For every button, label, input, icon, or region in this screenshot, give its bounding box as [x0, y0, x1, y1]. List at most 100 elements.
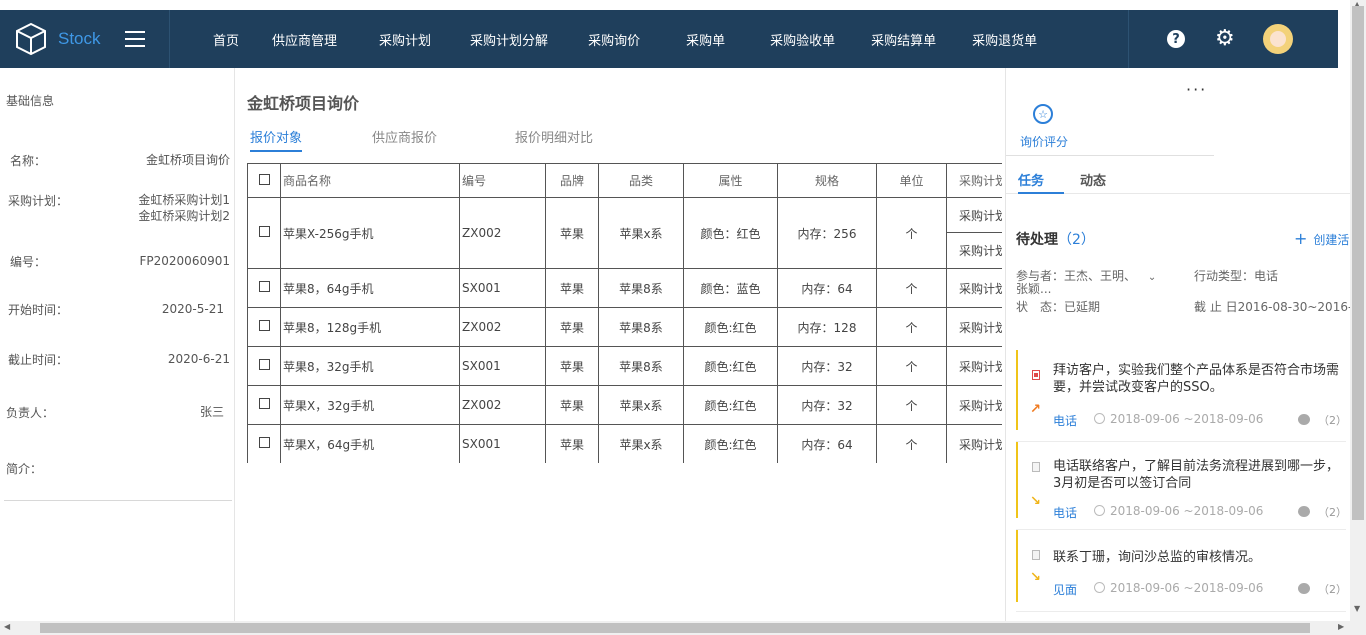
task-accent	[1016, 350, 1018, 430]
nav-item-receipt[interactable]: 采购验收单	[770, 30, 835, 49]
row-select-cell	[247, 385, 281, 425]
cell-plan: 采购计划1	[946, 307, 1002, 347]
task-comments[interactable]: （2）	[1298, 412, 1347, 428]
help-icon[interactable]: ?	[1167, 30, 1185, 48]
nav-item-return[interactable]: 采购退货单	[972, 30, 1037, 49]
logo[interactable]: Stock	[0, 10, 170, 68]
more-options-icon[interactable]: ···	[1186, 80, 1207, 99]
cell-attr: 颜色：红色	[683, 197, 778, 269]
row-checkbox[interactable]	[258, 320, 270, 331]
row-select-cell	[247, 307, 281, 347]
cell-code: ZX002	[459, 385, 546, 425]
table-row[interactable]: 苹果8，32g手机 SX001 苹果 苹果8系 颜色:红色 内存：32 个 采购…	[247, 346, 1002, 386]
arrow-down-right-icon: ↘	[1030, 570, 1041, 585]
comment-icon	[1298, 583, 1310, 594]
cube-logo-icon	[16, 22, 46, 56]
task-comments[interactable]: （2）	[1298, 504, 1347, 520]
task-text: 联系丁珊，询问沙总监的审核情况。	[1053, 550, 1262, 565]
row-checkbox[interactable]	[258, 398, 270, 409]
quote-table: 商品名称 编号 品牌 品类 属性 规格 单位 采购计划 苹果X-256g手机 Z…	[247, 163, 1002, 463]
task-type[interactable]: 电话	[1053, 504, 1077, 521]
table-row[interactable]: 苹果8，128g手机 ZX002 苹果 苹果8系 颜色:红色 内存：128 个 …	[247, 307, 1002, 347]
task-time: 2018-09-06 ~2018-09-06	[1094, 412, 1263, 426]
task-type[interactable]: 电话	[1053, 412, 1077, 429]
nav-item-plan-breakdown[interactable]: 采购计划分解	[470, 30, 548, 49]
task-type[interactable]: 见面	[1053, 581, 1077, 598]
nav-item-home[interactable]: 首页	[213, 30, 239, 49]
tab-activity[interactable]: 动态	[1080, 170, 1106, 189]
deadline: 截 止 日2016-08-30~2016-08	[1194, 300, 1350, 314]
star-rating-icon[interactable]: ☆	[1033, 104, 1053, 124]
field-label-plan: 采购计划：	[8, 194, 69, 208]
activity-panel: ··· ☆ 询价评分 任务 动态 待处理（2） + 创建活 参与者：王杰、王明、 …	[1005, 68, 1350, 623]
list-item[interactable]: ↘ 联系丁珊，询问沙总监的审核情况。 见面 2018-09-06 ~2018-0…	[1016, 530, 1347, 612]
clock-icon	[1094, 582, 1105, 593]
task-time-text: 2018-09-06 ~2018-09-06	[1110, 504, 1264, 518]
table-row[interactable]: 苹果8，64g手机 SX001 苹果 苹果8系 颜色：蓝色 内存：64 个 采购…	[247, 268, 1002, 308]
vertical-scroll-thumb[interactable]	[1352, 6, 1364, 520]
cell-attr: 颜色:红色	[683, 385, 778, 425]
nav-item-purchase-plan[interactable]: 采购计划	[379, 30, 431, 49]
cell-code: SX001	[459, 346, 546, 386]
cell-plan: 采购计划1	[946, 268, 1002, 308]
arrow-down-right-icon: ↘	[1030, 494, 1041, 509]
rating-label[interactable]: 询价评分	[1020, 133, 1068, 150]
table-row[interactable]: 苹果X，64g手机 SX001 苹果 苹果x系 颜色:红色 内存：64 个 采购…	[247, 424, 1002, 463]
tab-supplier-quotes[interactable]: 供应商报价	[372, 127, 437, 146]
scroll-right-icon[interactable]: ▶	[1338, 622, 1344, 631]
row-checkbox[interactable]	[258, 359, 270, 370]
scroll-down-icon[interactable]: ▼	[1354, 604, 1360, 613]
table-row[interactable]: 苹果X-256g手机 ZX002 苹果 苹果x系 颜色：红色 内存：256 个 …	[247, 197, 1002, 269]
table-row[interactable]: 苹果X，32g手机 ZX002 苹果 苹果x系 颜色:红色 内存：32 个 采购…	[247, 385, 1002, 425]
nav-item-inquiry[interactable]: 采购询价	[588, 30, 640, 49]
nav-item-settlement[interactable]: 采购结算单	[871, 30, 936, 49]
row-checkbox[interactable]	[258, 226, 270, 237]
horizontal-scroll-thumb[interactable]	[40, 623, 1310, 633]
cell-spec: 内存：32	[777, 346, 877, 386]
horizontal-scrollbar[interactable]: ◀ ▶	[0, 621, 1350, 635]
nav-item-suppliers[interactable]: 供应商管理	[272, 30, 337, 49]
list-item[interactable]: ↗ 拜访客户，实验我们整个产品体系是否符合市场需要，并尝试改变客户的SSO。 电…	[1016, 350, 1347, 442]
cell-category: 苹果x系	[598, 424, 684, 463]
list-item[interactable]: ↘ 电话联络客户，了解目前法务流程进展到哪一步，3月初是否可以签订合同 电话 2…	[1016, 442, 1347, 530]
avatar[interactable]	[1262, 24, 1293, 54]
nav-item-purchase-order[interactable]: 采购单	[686, 30, 725, 49]
chevron-down-icon[interactable]: ⌄	[1148, 272, 1156, 283]
scroll-left-icon[interactable]: ◀	[4, 622, 10, 631]
clock-icon	[1094, 505, 1105, 516]
cell-spec: 内存：128	[777, 307, 877, 347]
comment-count: （2）	[1318, 414, 1347, 427]
cell-brand: 苹果	[545, 424, 599, 463]
cell-spec: 内存：64	[777, 424, 877, 463]
row-checkbox[interactable]	[258, 437, 270, 448]
logo-text: Stock	[58, 29, 101, 48]
cell-plan: 采购计划1	[946, 424, 1002, 463]
cell-code: SX001	[459, 424, 546, 463]
row-select-cell	[247, 424, 281, 463]
divider	[4, 500, 232, 501]
gear-icon[interactable]: ⚙	[1215, 28, 1235, 50]
vertical-scrollbar[interactable]: ▲ ▼	[1350, 0, 1366, 635]
field-value-plan-2: 金虹桥采购计划2	[138, 209, 230, 223]
task-comments[interactable]: （2）	[1298, 581, 1347, 597]
cell-plan: 采购计划1	[947, 199, 1002, 233]
tab-quote-objects[interactable]: 报价对象	[250, 127, 302, 146]
action-type: 行动类型：电话	[1194, 269, 1279, 283]
field-value-start: 2020-5-21	[161, 302, 224, 316]
column-header: 商品名称	[280, 163, 460, 198]
tab-tasks[interactable]: 任务	[1018, 170, 1044, 189]
nav-actions: ? ⚙	[1128, 10, 1338, 68]
arrow-up-right-icon: ↗	[1030, 402, 1041, 417]
row-select-cell	[247, 268, 281, 308]
select-all-checkbox[interactable]	[258, 173, 270, 185]
create-activity-button[interactable]: + 创建活	[1294, 229, 1349, 248]
column-header: 单位	[876, 163, 947, 198]
cell-brand: 苹果	[545, 307, 599, 347]
row-select-cell	[247, 346, 281, 386]
select-all-cell	[247, 163, 281, 198]
menu-toggle-icon[interactable]	[124, 31, 145, 47]
tab-quote-compare[interactable]: 报价明细对比	[515, 127, 593, 146]
row-checkbox[interactable]	[258, 281, 270, 292]
field-label-name: 名称：	[10, 154, 47, 168]
task-text: 电话联络客户，了解目前法务流程进展到哪一步，3月初是否可以签订合同	[1053, 459, 1340, 491]
